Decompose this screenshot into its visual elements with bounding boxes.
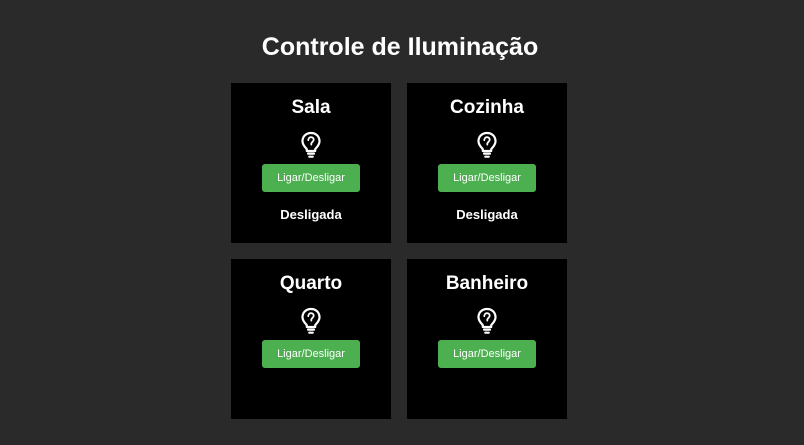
light-status: Desligada — [456, 207, 518, 222]
room-name: Sala — [291, 97, 331, 118]
room-card-quarto: Quarto Ligar/Desligar — [231, 259, 391, 419]
room-name: Quarto — [279, 273, 343, 294]
toggle-light-button[interactable]: Ligar/Desligar — [262, 164, 360, 192]
toggle-light-button[interactable]: Ligar/Desligar — [262, 340, 360, 368]
lightbulb-icon — [477, 307, 497, 334]
rooms-grid: Sala Ligar/Desligar Desligada Cozinha Li… — [231, 83, 567, 419]
room-card-sala: Sala Ligar/Desligar Desligada — [231, 83, 391, 243]
room-name: Cozinha — [450, 97, 524, 118]
toggle-light-button[interactable]: Ligar/Desligar — [438, 164, 536, 192]
lightbulb-icon — [301, 131, 321, 158]
toggle-light-button[interactable]: Ligar/Desligar — [438, 340, 536, 368]
page-title: Controle de Iluminação — [261, 33, 539, 61]
light-status: Desligada — [280, 207, 342, 222]
lightbulb-icon — [301, 307, 321, 334]
room-card-banheiro: Banheiro Ligar/Desligar — [407, 259, 567, 419]
lightbulb-icon — [477, 131, 497, 158]
room-name: Banheiro — [445, 273, 529, 294]
room-card-cozinha: Cozinha Ligar/Desligar Desligada — [407, 83, 567, 243]
